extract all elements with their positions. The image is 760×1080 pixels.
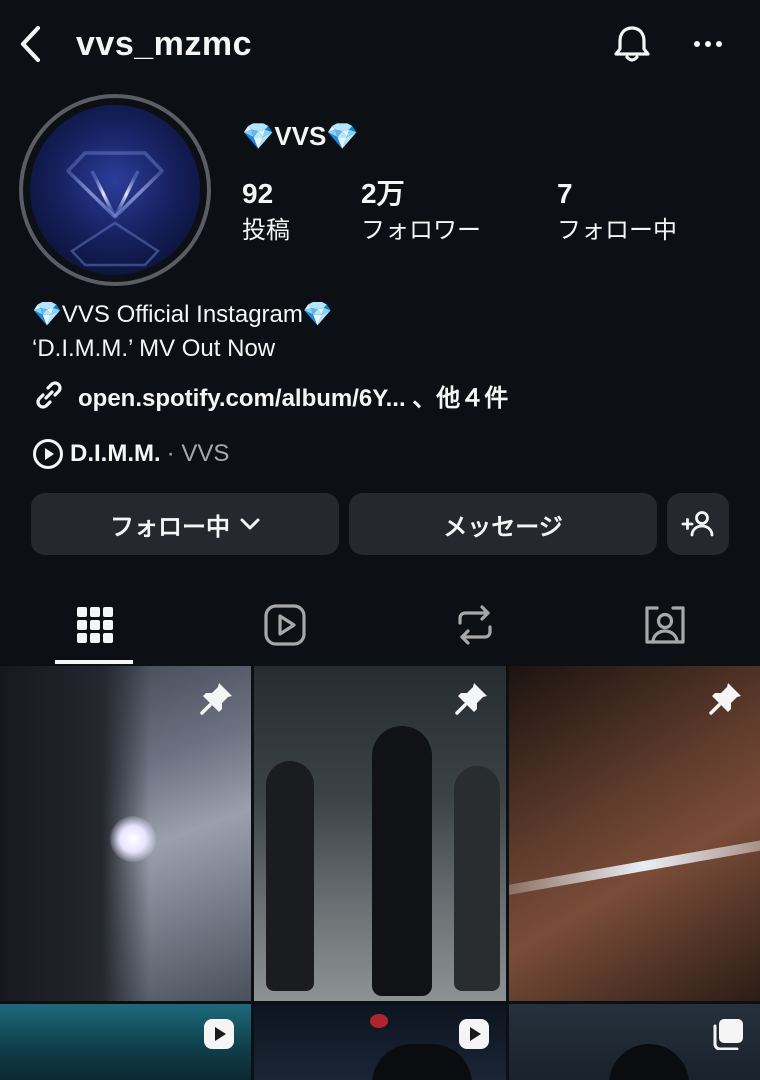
posts-grid [0, 666, 760, 1080]
more-options-button[interactable] [686, 22, 730, 66]
grid-icon [77, 607, 113, 643]
bio-link-text: open.spotify.com/album/6Y... 、他４件 [78, 384, 509, 412]
back-button[interactable] [14, 22, 48, 66]
active-tab-indicator [55, 660, 133, 664]
profile-music[interactable]: D.I.M.M. · VVS [32, 436, 229, 472]
bio-line-1: 💎VVS Official Instagram💎 [32, 301, 333, 328]
post-thumbnail[interactable] [0, 666, 251, 1001]
profile-header: vvs_mzmc [0, 0, 760, 90]
profile-avatar-ring[interactable] [19, 94, 211, 286]
avatar [30, 105, 200, 275]
bell-icon [614, 26, 650, 62]
tagged-icon [645, 606, 685, 644]
carousel-icon [713, 1019, 743, 1050]
profile-display-name: 💎VVS💎 [242, 121, 359, 151]
tab-reposts[interactable] [380, 586, 570, 664]
tab-tagged[interactable] [570, 586, 760, 664]
notifications-button[interactable] [610, 22, 654, 66]
followers-count-value: 2万 [361, 178, 405, 209]
music-artist: · VVS [166, 440, 230, 467]
posts-count-label: 投稿 [242, 217, 290, 244]
link-icon [36, 381, 62, 409]
reel-icon [459, 1019, 489, 1049]
reel-icon [204, 1019, 234, 1049]
post-thumbnail[interactable] [0, 1004, 251, 1080]
diamond-logo-image [66, 151, 164, 267]
message-button[interactable]: メッセージ [349, 493, 657, 555]
more-horizontal-icon [694, 41, 700, 47]
post-thumbnail[interactable] [254, 666, 506, 1001]
posts-count[interactable]: 92 投稿 [242, 176, 290, 248]
following-count-label: フォロー中 [557, 217, 677, 244]
bio-line-2: ‘D.I.M.M.’ MV Out Now [32, 335, 276, 362]
reposts-icon [458, 605, 492, 645]
reels-icon [264, 604, 306, 646]
bio-link[interactable]: open.spotify.com/album/6Y... 、他４件 [32, 376, 508, 414]
following-button-label: フォロー中 [110, 513, 230, 541]
post-thumbnail[interactable] [509, 1004, 760, 1080]
followers-count-label: フォロワー [361, 217, 481, 244]
add-person-icon [681, 511, 714, 537]
post-thumbnail[interactable] [509, 666, 760, 1001]
play-circle-icon [33, 439, 63, 469]
profile-tabs [0, 586, 760, 664]
followers-count[interactable]: 2万 フォロワー [361, 176, 481, 248]
pinned-icon [455, 683, 487, 715]
suggested-users-button[interactable] [667, 493, 729, 555]
chevron-left-icon [20, 25, 41, 63]
posts-count-value: 92 [242, 178, 274, 209]
username-title: vvs_mzmc [76, 25, 253, 63]
post-thumbnail[interactable] [254, 1004, 506, 1080]
following-count[interactable]: 7 フォロー中 [557, 176, 677, 248]
tab-posts-grid[interactable] [0, 586, 190, 664]
chevron-down-icon [240, 518, 260, 530]
music-title: D.I.M.M. [70, 440, 161, 467]
pinned-icon [709, 683, 741, 715]
following-count-value: 7 [557, 178, 573, 209]
following-button[interactable]: フォロー中 [31, 493, 339, 555]
tab-reels[interactable] [190, 586, 380, 664]
message-button-label: メッセージ [443, 513, 563, 541]
pinned-icon [200, 683, 232, 715]
